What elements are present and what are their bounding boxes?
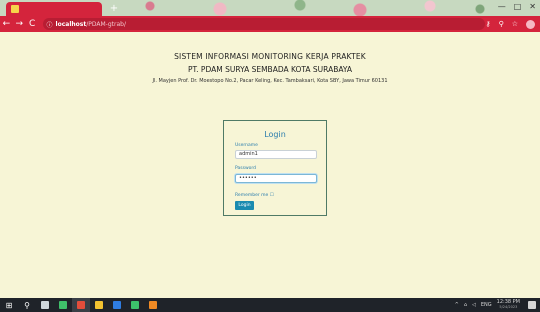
company-address: Jl. Mayjen Prof. Dr. Moestopo No.2, Paca… (152, 78, 388, 84)
start-button[interactable]: ⊞ (0, 298, 18, 312)
profile-avatar[interactable] (526, 19, 535, 29)
tray-overflow-icon[interactable]: ^ (455, 302, 459, 308)
password-field[interactable]: •••••• (235, 174, 317, 183)
app-green-icon (59, 301, 67, 309)
taskbar-apps (36, 298, 162, 312)
password-label: Password (235, 166, 257, 171)
clock-date: 5/24/2023 (499, 305, 518, 309)
taskbar-app-blue-button[interactable] (108, 298, 126, 312)
back-button[interactable]: ← (0, 16, 13, 32)
task-view-icon (41, 301, 49, 309)
address-bar[interactable]: ⓘ localhost /PDAM-gtrab/ (42, 18, 486, 30)
toolbar-icons: ⚷ ⚲ ☆ (485, 19, 540, 29)
language-indicator[interactable]: ENG (481, 302, 492, 308)
network-icon[interactable]: ⌂ (464, 302, 467, 308)
taskbar-app-files-button[interactable] (90, 298, 108, 312)
key-icon[interactable]: ⚷ (485, 20, 490, 28)
close-window-button[interactable]: ✕ (529, 2, 536, 11)
url-path: /PDAM-gtrab/ (86, 20, 126, 28)
app-chrome-icon (77, 301, 85, 309)
reload-button[interactable]: C (26, 16, 39, 32)
login-card: Login Username admin1 Password •••••• Re… (223, 120, 327, 216)
taskbar-app-orange-button[interactable] (144, 298, 162, 312)
company-name: PT. PDAM SURYA SEMBADA KOTA SURABAYA (187, 65, 353, 74)
forward-button[interactable]: → (13, 16, 26, 32)
username-label: Username (235, 143, 258, 148)
browser-tab-active[interactable] (6, 2, 102, 16)
app-whatsapp-icon (131, 301, 139, 309)
site-info-icon[interactable]: ⓘ (47, 20, 53, 29)
bookmark-star-icon[interactable]: ☆ (512, 20, 518, 28)
zoom-icon[interactable]: ⚲ (499, 20, 504, 28)
favicon-icon (11, 5, 19, 13)
app-blue-icon (113, 301, 121, 309)
new-tab-button[interactable]: + (108, 3, 120, 14)
system-title: SISTEM INFORMASI MONITORING KERJA PRAKTE… (174, 52, 366, 61)
taskbar-app-chrome-button[interactable] (72, 298, 90, 312)
maximize-button[interactable]: □ (514, 2, 522, 11)
taskbar-app-green-button[interactable] (54, 298, 72, 312)
app-files-icon (95, 301, 103, 309)
notification-icon[interactable] (528, 301, 536, 309)
taskbar-app-whatsapp-button[interactable] (126, 298, 144, 312)
taskbar-task-view-button[interactable] (36, 298, 54, 312)
url-host: localhost (55, 20, 87, 28)
system-tray: ^ ⌂ ◁ ENG 12:38 PM 5/24/2023 (455, 300, 540, 310)
taskbar: ⊞ ⚲ ^ ⌂ ◁ ENG 12:38 PM 5/24/2023 (0, 298, 540, 312)
minimize-button[interactable]: — (498, 2, 506, 11)
clock[interactable]: 12:38 PM 5/24/2023 (497, 300, 520, 310)
volume-icon[interactable]: ◁ (472, 302, 476, 308)
search-icon[interactable]: ⚲ (18, 298, 36, 312)
page-header: SISTEM INFORMASI MONITORING KERJA PRAKTE… (0, 52, 540, 84)
remember-me-label: Remember me ☐ (235, 193, 274, 198)
username-field[interactable]: admin1 (235, 150, 317, 159)
app-orange-icon (149, 301, 157, 309)
browser-tabstrip: + — □ ✕ (0, 0, 540, 16)
remember-me[interactable]: Remember me ☐ (235, 193, 274, 198)
window-controls: — □ ✕ (498, 2, 536, 11)
browser-toolbar: ← → C ⓘ localhost /PDAM-gtrab/ ⚷ ⚲ ☆ (0, 16, 540, 32)
login-title: Login (264, 130, 286, 139)
login-button[interactable]: Login (235, 201, 254, 210)
